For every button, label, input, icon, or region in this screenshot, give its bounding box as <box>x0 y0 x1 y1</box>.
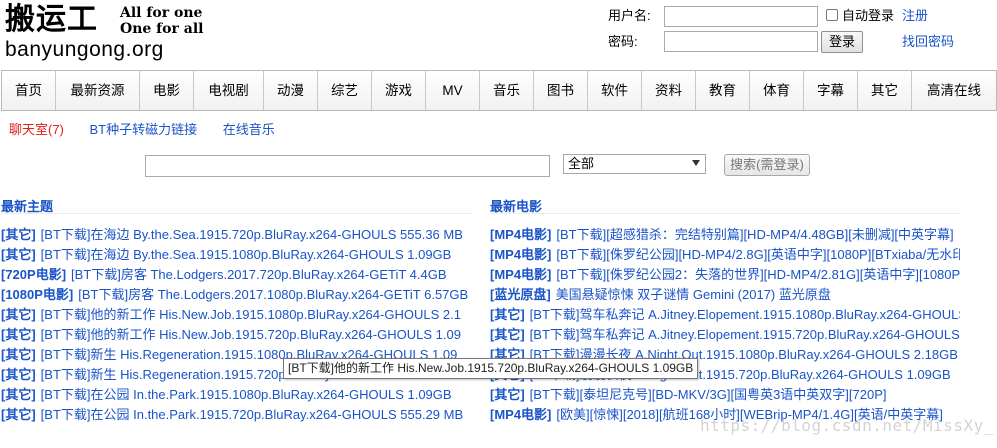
category-tag[interactable]: [MP4电影] <box>490 267 551 282</box>
nav-anime[interactable]: 动漫 <box>264 71 318 110</box>
category-tag[interactable]: [其它] <box>490 327 525 342</box>
list-item: [MP4电影] [BT下载][超感猎杀：完结特别篇][HD-MP4/4.48GB]… <box>490 225 960 245</box>
category-tag[interactable]: [其它] <box>1 327 36 342</box>
list-item: [其它] [BT下载]在海边 By.the.Sea.1915.720p.BluRa… <box>1 225 471 245</box>
divider <box>490 213 960 214</box>
list-item: [其它] [BT下载]驾车私奔记 A.Jitney.Elopement.1915.… <box>490 325 960 345</box>
nav-other[interactable]: 其它 <box>858 71 912 110</box>
category-tag[interactable]: [其它] <box>490 307 525 322</box>
nav-movies[interactable]: 电影 <box>140 71 194 110</box>
latest-movies-title: 最新电影 <box>490 199 543 214</box>
password-label: 密码: <box>608 34 638 49</box>
chevron-down-icon <box>692 160 700 166</box>
topic-link[interactable]: [BT下载]驾车私奔记 A.Jitney.Elopement.1915.1080… <box>530 307 960 322</box>
category-tag[interactable]: [MP4电影] <box>490 407 551 422</box>
bt-to-magnet-link[interactable]: BT种子转磁力链接 <box>90 122 198 137</box>
category-tag[interactable]: [蓝光原盘] <box>490 287 551 302</box>
nav-documents[interactable]: 资料 <box>642 71 696 110</box>
login-button[interactable]: 登录 <box>821 31 863 53</box>
list-item: [其它] [BT下载]在公园 In.the.Park.1915.720p.BluR… <box>1 405 471 425</box>
list-item: [MP4电影] [BT下载][侏罗纪公园][HD-MP4/2.8G][英语中字][… <box>490 245 960 265</box>
topic-link[interactable]: [BT下载]他的新工作 His.New.Job.1915.1080p.BluRa… <box>41 307 461 322</box>
list-item: [其它] [BT下载]驾车私奔记 A.Jitney.Elopement.1915.… <box>490 305 960 325</box>
nav-tv[interactable]: 电视剧 <box>194 71 264 110</box>
register-link[interactable]: 注册 <box>902 6 928 26</box>
list-item: [其它] [BT下载]他的新工作 His.New.Job.1915.1080p.B… <box>1 305 471 325</box>
nav-education[interactable]: 教育 <box>696 71 750 110</box>
category-tag[interactable]: [其它] <box>1 407 36 422</box>
category-tag[interactable]: [其它] <box>1 367 36 382</box>
list-item: [720P电影] [BT下载]房客 The.Lodgers.2017.720p.B… <box>1 265 471 285</box>
topic-link[interactable]: [BT下载][侏罗纪公园2：失落的世界][HD-MP4/2.81G][英语中字]… <box>556 267 960 282</box>
slogan-line-1: All for one <box>120 5 203 21</box>
list-item: [1080P电影] [BT下载]房客 The.Lodgers.2017.1080p… <box>1 285 471 305</box>
category-tag[interactable]: [其它] <box>1 227 36 242</box>
category-tag[interactable]: [其它] <box>490 387 525 402</box>
nav-software[interactable]: 软件 <box>588 71 642 110</box>
category-tag[interactable]: [其它] <box>1 347 36 362</box>
nav-home[interactable]: 首页 <box>2 71 56 110</box>
list-item: [MP4电影] [BT下载][侏罗纪公园2：失落的世界][HD-MP4/2.81G… <box>490 265 960 285</box>
topic-link[interactable]: [BT下载]他的新工作 His.New.Job.1915.720p.BluRay… <box>41 327 461 342</box>
topic-link[interactable]: 美国悬疑惊悚 双子谜情 Gemini (2017) 蓝光原盘 <box>556 287 831 302</box>
nav-mv[interactable]: MV <box>426 71 480 110</box>
topic-link[interactable]: [BT下载]房客 The.Lodgers.2017.1080p.BluRay.x… <box>78 287 468 302</box>
topic-link[interactable]: [BT下载]房客 The.Lodgers.2017.720p.BluRay.x2… <box>71 267 447 282</box>
auto-login-label[interactable]: 自动登录 <box>842 6 894 26</box>
password-input[interactable] <box>664 31 818 52</box>
latest-topics-list: [其它] [BT下载]在海边 By.the.Sea.1915.720p.BluRa… <box>1 225 471 425</box>
main-nav: 首页 最新资源 电影 电视剧 动漫 综艺 游戏 MV 音乐 图书 软件 资料 教… <box>1 70 997 111</box>
sub-links: 聊天室(7) BT种子转磁力链接 在线音乐 <box>9 120 297 140</box>
slogan-line-2: One for all <box>120 21 204 37</box>
category-tag[interactable]: [其它] <box>1 387 36 402</box>
topic-link[interactable]: [BT下载]在海边 By.the.Sea.1915.720p.BluRay.x2… <box>41 227 463 242</box>
list-item: [蓝光原盘] 美国悬疑惊悚 双子谜情 Gemini (2017) 蓝光原盘 <box>490 285 960 305</box>
latest-topics-title: 最新主题 <box>1 199 54 214</box>
nav-variety[interactable]: 综艺 <box>318 71 372 110</box>
auto-login-checkbox[interactable] <box>826 9 838 21</box>
latest-movies-list: [MP4电影] [BT下载][超感猎杀：完结特别篇][HD-MP4/4.48GB]… <box>490 225 960 425</box>
site-domain[interactable]: banyungong.org <box>5 37 164 63</box>
list-item: [其它] [BT下载][泰坦尼克号][BD-MKV/3G][国粤英3语中英双字][… <box>490 385 960 405</box>
username-label: 用户名: <box>608 8 651 23</box>
category-tag[interactable]: [1080P电影] <box>1 287 73 302</box>
topic-link[interactable]: [BT下载][超感猎杀：完结特别篇][HD-MP4/4.48GB][未删减][中… <box>556 227 953 242</box>
forgot-password-link[interactable]: 找回密码 <box>902 32 954 52</box>
chat-room-link[interactable]: 聊天室(7) <box>9 122 64 137</box>
list-item: [其它] [BT下载]他的新工作 His.New.Job.1915.720p.Bl… <box>1 325 471 345</box>
nav-books[interactable]: 图书 <box>534 71 588 110</box>
category-tag[interactable]: [720P电影] <box>1 267 66 282</box>
site-logo[interactable]: 搬运工 <box>5 2 98 38</box>
list-item: [其它] [BT下载]在海边 By.the.Sea.1915.1080p.BluR… <box>1 245 471 265</box>
nav-subtitles[interactable]: 字幕 <box>804 71 858 110</box>
nav-hd-online[interactable]: 高清在线 <box>912 71 996 110</box>
online-music-link[interactable]: 在线音乐 <box>223 122 275 137</box>
topic-link[interactable]: [BT下载]在公园 In.the.Park.1915.720p.BluRay.x… <box>41 407 463 422</box>
category-tag[interactable]: [MP4电影] <box>490 247 551 262</box>
topic-link[interactable]: [BT下载][侏罗纪公园][HD-MP4/2.8G][英语中字][1080P][… <box>556 247 960 262</box>
topic-link[interactable]: [BT下载][泰坦尼克号][BD-MKV/3G][国粤英3语中英双字][720P… <box>530 387 887 402</box>
list-item: [其它] [BT下载]在公园 In.the.Park.1915.1080p.Blu… <box>1 385 471 405</box>
search-category-select[interactable]: 全部 <box>563 154 706 174</box>
nav-music[interactable]: 音乐 <box>480 71 534 110</box>
username-input[interactable] <box>664 6 818 27</box>
site-slogan: All for one One for all <box>120 5 203 37</box>
nav-sports[interactable]: 体育 <box>750 71 804 110</box>
divider <box>1 213 471 214</box>
nav-latest[interactable]: 最新资源 <box>56 71 140 110</box>
category-tag[interactable]: [其它] <box>1 247 36 262</box>
nav-games[interactable]: 游戏 <box>372 71 426 110</box>
search-button[interactable]: 搜索(需登录) <box>724 154 810 176</box>
category-tag[interactable]: [MP4电影] <box>490 227 551 242</box>
topic-link[interactable]: [BT下载]驾车私奔记 A.Jitney.Elopement.1915.720p… <box>530 327 960 342</box>
link-tooltip: [BT下载]他的新工作 His.New.Job.1915.720p.BluRay… <box>283 358 699 379</box>
topic-link[interactable]: [BT下载]在公园 In.the.Park.1915.1080p.BluRay.… <box>41 387 452 402</box>
watermark: https://blog.csdn.net/MissXy_ <box>700 416 994 435</box>
search-category-value: 全部 <box>568 156 595 171</box>
search-input[interactable] <box>145 155 550 177</box>
topic-link[interactable]: [BT下载]在海边 By.the.Sea.1915.1080p.BluRay.x… <box>41 247 452 262</box>
category-tag[interactable]: [其它] <box>1 307 36 322</box>
